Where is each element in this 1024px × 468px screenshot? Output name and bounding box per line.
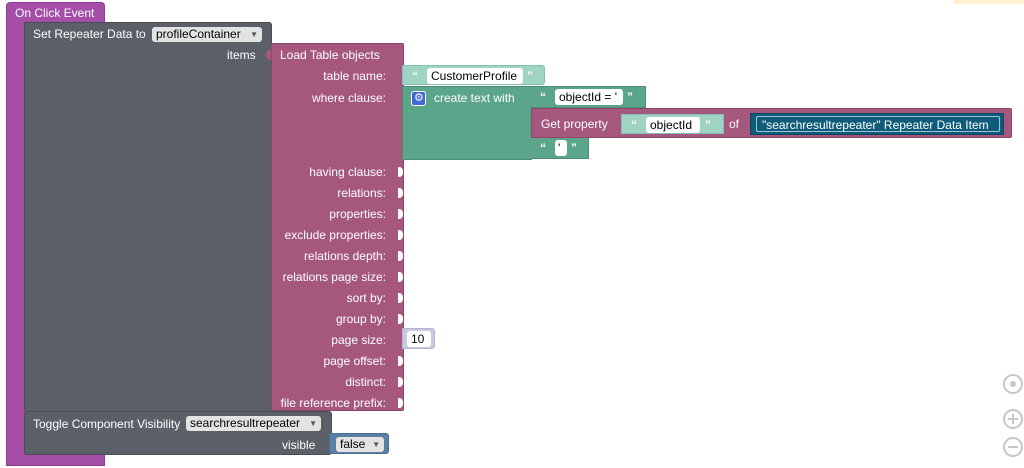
load-table-block[interactable]: Load Table objects table name: where cla…	[266, 43, 404, 411]
param-page-size: page size:	[331, 333, 386, 347]
sort-by-socket[interactable]	[398, 293, 403, 303]
text-part3-block[interactable]: “ ' ”	[533, 138, 588, 158]
toggle-component-dropdown[interactable]: searchresultrepeater ▼	[186, 416, 321, 431]
property-name-field[interactable]: objectId	[646, 117, 700, 133]
quote-open-icon: “	[412, 69, 418, 83]
repeater-target-value: profileContainer	[156, 27, 241, 41]
chevron-down-icon: ▼	[372, 440, 380, 449]
param-page-offset: page offset:	[323, 354, 387, 368]
visible-value: false	[340, 437, 366, 451]
load-table-title: Load Table objects	[280, 48, 380, 62]
create-text-label: create text with	[434, 91, 515, 105]
properties-socket[interactable]	[398, 209, 403, 219]
text-part1-block[interactable]: “ objectId = ' ”	[533, 87, 645, 107]
table-name-field[interactable]: CustomerProfile	[427, 68, 523, 84]
visible-boolean-block[interactable]: false ▼	[329, 433, 389, 454]
get-property-block[interactable]: Get property “ objectId ” of "searchresu…	[531, 108, 1012, 138]
table-name-text-block[interactable]: “ CustomerProfile ”	[402, 65, 545, 85]
page-offset-socket[interactable]	[398, 356, 403, 366]
recenter-icon[interactable]	[1003, 374, 1023, 394]
param-where-clause: where clause:	[311, 91, 386, 105]
toggle-visibility-label: Toggle Component Visibility	[33, 417, 181, 431]
text-part1-field[interactable]: objectId = '	[555, 89, 623, 105]
param-table-name: table name:	[323, 69, 386, 83]
param-relations: relations:	[337, 186, 386, 200]
gear-icon[interactable]: ⚙	[411, 91, 426, 106]
chevron-down-icon: ▼	[250, 30, 258, 39]
file-reference-prefix-socket[interactable]	[398, 398, 403, 408]
items-label: items	[227, 48, 256, 62]
param-relations-page-size: relations page size:	[282, 270, 386, 284]
param-group-by: group by:	[335, 312, 386, 326]
event-block-header[interactable]: On Click Event	[6, 2, 105, 22]
relations-depth-socket[interactable]	[398, 251, 403, 261]
param-relations-depth: relations depth:	[303, 249, 386, 263]
page-size-field[interactable]: 10	[407, 331, 431, 347]
visible-label: visible	[282, 438, 316, 452]
having-clause-socket[interactable]	[398, 167, 403, 177]
quote-close-icon: ”	[527, 69, 533, 83]
page-size-number-block[interactable]: 10	[402, 328, 435, 349]
param-distinct: distinct:	[345, 375, 386, 389]
set-repeater-label: Set Repeater Data to	[33, 27, 146, 41]
param-having-clause: having clause:	[309, 165, 386, 179]
quote-close-icon: ”	[705, 118, 711, 132]
exclude-properties-socket[interactable]	[398, 230, 403, 240]
event-title: On Click Event	[15, 6, 95, 20]
quote-close-icon: ”	[571, 141, 577, 155]
toggle-visibility-block[interactable]: Toggle Component Visibility searchresult…	[24, 411, 332, 455]
quote-open-icon: “	[631, 118, 637, 132]
quote-open-icon: “	[540, 141, 546, 155]
of-label: of	[729, 117, 740, 131]
toggle-component-value: searchresultrepeater	[190, 416, 301, 430]
workspace-corner-hint	[954, 0, 1024, 4]
visible-value-dropdown[interactable]: false ▼	[336, 437, 384, 452]
text-part3-field[interactable]: '	[555, 140, 567, 156]
param-exclude-properties: exclude properties:	[284, 228, 386, 242]
set-repeater-block[interactable]: Set Repeater Data to profileContainer ▼ …	[24, 22, 272, 412]
quote-close-icon: ”	[627, 90, 633, 104]
load-table-connector	[266, 50, 271, 60]
relations-socket[interactable]	[398, 188, 403, 198]
zoom-in-icon[interactable]	[1003, 409, 1023, 429]
repeater-target-dropdown[interactable]: profileContainer ▼	[152, 27, 262, 42]
get-property-label: Get property	[541, 117, 608, 131]
repeater-data-item-block[interactable]: "searchresultrepeater" Repeater Data Ite…	[750, 113, 1004, 135]
param-file-reference-prefix: file reference prefix:	[280, 396, 386, 410]
chevron-down-icon: ▼	[309, 419, 317, 428]
group-by-socket[interactable]	[398, 314, 403, 324]
param-sort-by: sort by:	[346, 291, 386, 305]
param-properties: properties:	[329, 207, 386, 221]
distinct-socket[interactable]	[398, 377, 403, 387]
property-text-block[interactable]: “ objectId ”	[621, 114, 724, 134]
repeater-data-item-label: "searchresultrepeater" Repeater Data Ite…	[762, 118, 989, 132]
relations-page-size-socket[interactable]	[398, 272, 403, 282]
create-text-block[interactable]: ⚙ create text with	[402, 86, 532, 160]
quote-open-icon: “	[540, 90, 546, 104]
zoom-out-icon[interactable]	[1003, 437, 1023, 457]
